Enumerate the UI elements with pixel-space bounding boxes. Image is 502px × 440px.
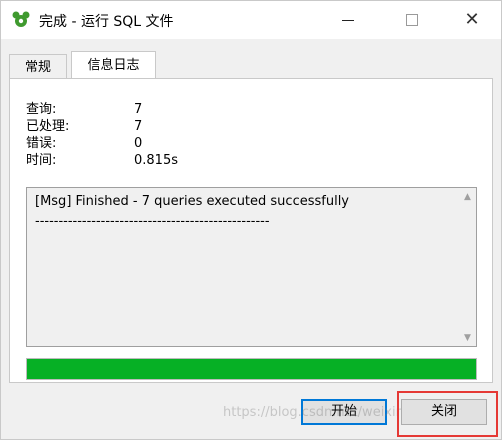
log-separator: ----------------------------------------… (35, 214, 270, 229)
close-button[interactable]: 关闭 (401, 399, 487, 425)
scroll-up-arrow-icon[interactable]: ▲ (459, 188, 476, 205)
log-textarea[interactable]: [Msg] Finished - 7 queries executed succ… (26, 187, 477, 347)
stat-errors: 错误: 0 (26, 135, 326, 152)
close-icon: ✕ (464, 9, 480, 30)
stat-value: 0 (134, 136, 143, 151)
minimize-icon (342, 19, 354, 21)
window-title: 完成 - 运行 SQL 文件 (39, 14, 174, 30)
stat-queries: 查询: 7 (26, 101, 326, 118)
maximize-button[interactable] (389, 1, 435, 39)
stats-list: 查询: 7 已处理: 7 错误: 0 时间: 0.815s (26, 101, 326, 169)
stat-time: 时间: 0.815s (26, 152, 326, 169)
stat-label: 时间: (26, 153, 57, 168)
log-scrollbar[interactable]: ▲ ▼ (459, 188, 476, 346)
progress-bar (26, 358, 477, 380)
title-bar[interactable]: 完成 - 运行 SQL 文件 ✕ (1, 1, 501, 39)
stat-label: 错误: (26, 136, 57, 151)
stat-value: 0.815s (134, 153, 178, 168)
stat-label: 查询: (26, 102, 57, 117)
stat-value: 7 (134, 102, 143, 117)
minimize-button[interactable] (325, 1, 371, 39)
stat-value: 7 (134, 119, 143, 134)
navicat-app-icon (12, 11, 30, 27)
log-line: [Msg] Finished - 7 queries executed succ… (35, 194, 349, 209)
log-content: [Msg] Finished - 7 queries executed succ… (35, 192, 349, 232)
tab-general[interactable]: 常规 (9, 54, 67, 79)
close-window-button[interactable]: ✕ (449, 1, 495, 39)
progress-fill (27, 359, 476, 379)
dialog-window: 完成 - 运行 SQL 文件 ✕ 常规 信息日志 查询: 7 已处理: 7 错误… (0, 0, 502, 440)
tab-info-log[interactable]: 信息日志 (71, 51, 156, 79)
stat-processed: 已处理: 7 (26, 118, 326, 135)
stat-label: 已处理: (26, 119, 70, 134)
scroll-down-arrow-icon[interactable]: ▼ (459, 329, 476, 346)
maximize-icon (406, 14, 418, 26)
info-log-panel: 查询: 7 已处理: 7 错误: 0 时间: 0.815s [Msg] Fini… (9, 78, 493, 383)
